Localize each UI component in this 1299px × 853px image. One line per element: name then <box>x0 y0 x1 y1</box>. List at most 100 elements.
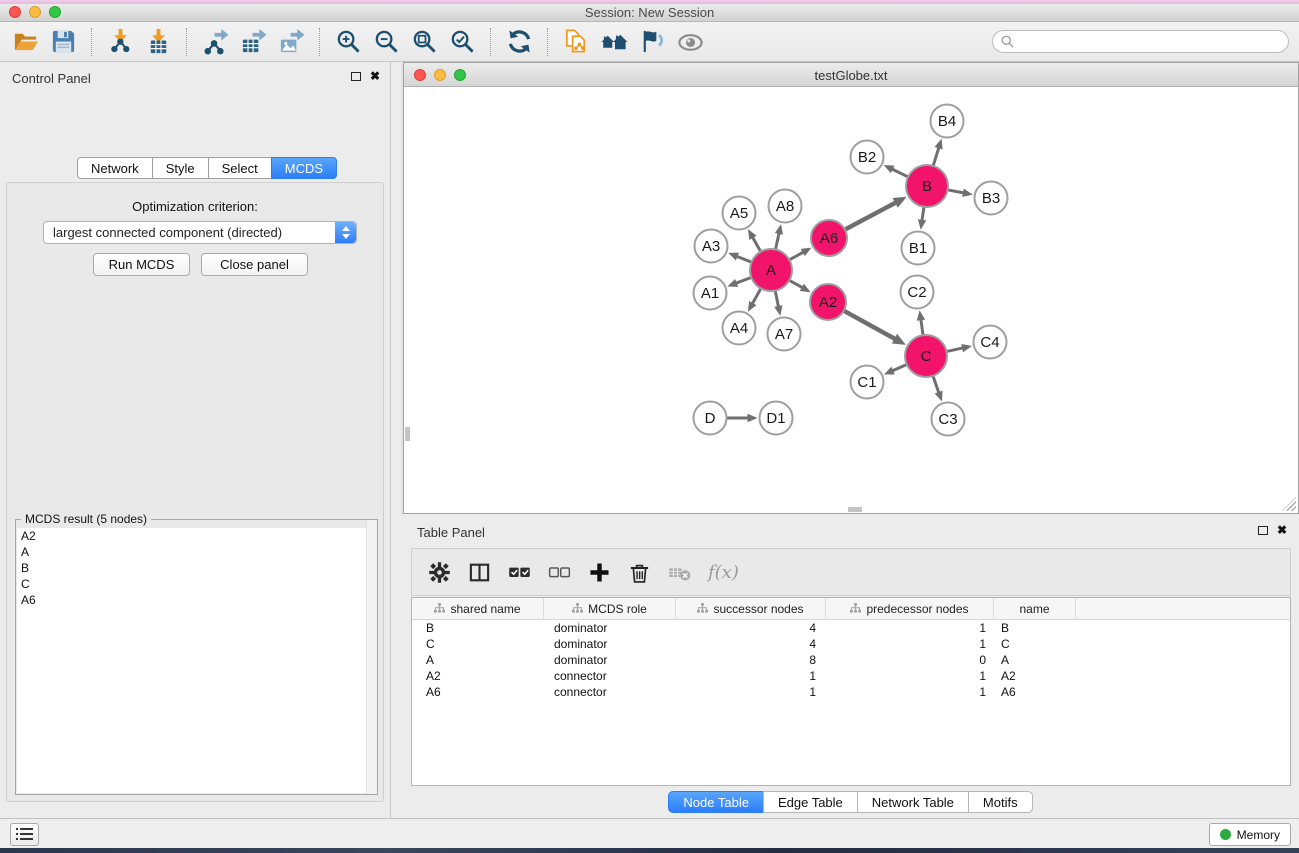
import-network-icon[interactable] <box>101 25 139 59</box>
table-cell[interactable]: dominator <box>544 652 676 668</box>
gear-icon[interactable] <box>428 561 451 584</box>
table-cell[interactable]: C <box>412 636 544 652</box>
column-header-mcds-role[interactable]: MCDS role <box>544 598 676 619</box>
horizontal-scroll-thumb[interactable] <box>848 507 862 512</box>
table-cell[interactable]: 1 <box>676 668 826 684</box>
table-cell[interactable]: 4 <box>676 620 826 636</box>
result-item[interactable]: B <box>17 560 376 576</box>
run-mcds-button[interactable]: Run MCDS <box>93 253 190 276</box>
save-icon[interactable] <box>44 25 82 59</box>
graph-node-C4[interactable]: C4 <box>974 326 1007 359</box>
column-header-shared-name[interactable]: shared name <box>412 598 544 619</box>
column-header-successor-nodes[interactable]: successor nodes <box>676 598 826 619</box>
graph-node-B3[interactable]: B3 <box>975 182 1008 215</box>
table-cell[interactable]: C <box>994 636 1076 652</box>
table-cell[interactable]: 8 <box>676 652 826 668</box>
graph-node-D[interactable]: D <box>694 402 727 435</box>
table-cell[interactable]: 1 <box>826 636 994 652</box>
select-all-icon[interactable] <box>508 561 531 584</box>
table-cell[interactable]: 1 <box>676 684 826 700</box>
table-cell[interactable]: 1 <box>826 620 994 636</box>
tab-network-table[interactable]: Network Table <box>857 791 969 813</box>
task-history-button[interactable] <box>10 823 39 846</box>
table-cell[interactable]: 4 <box>676 636 826 652</box>
table-row[interactable]: A2connector11A2 <box>412 668 1290 684</box>
result-item[interactable]: C <box>17 576 376 592</box>
close-panel-button[interactable]: Close panel <box>201 253 308 276</box>
table-cell[interactable]: B <box>994 620 1076 636</box>
zoom-selected-icon[interactable] <box>443 25 481 59</box>
graph-node-A[interactable]: A <box>750 249 792 291</box>
result-item[interactable]: A2 <box>17 528 376 544</box>
search-input[interactable] <box>992 30 1289 53</box>
home-icon[interactable] <box>595 25 633 59</box>
minimize-window-button[interactable] <box>29 6 41 18</box>
tab-style[interactable]: Style <box>152 157 209 179</box>
graph-node-B2[interactable]: B2 <box>851 141 884 174</box>
delete-table-icon[interactable] <box>668 561 691 584</box>
graph-node-B1[interactable]: B1 <box>902 232 935 265</box>
zoom-in-icon[interactable] <box>329 25 367 59</box>
table-cell[interactable]: A <box>994 652 1076 668</box>
float-panel-icon[interactable] <box>351 72 361 81</box>
table-cell[interactable]: A <box>412 652 544 668</box>
table-row[interactable]: A6connector11A6 <box>412 684 1290 700</box>
graph-node-B[interactable]: B <box>906 165 948 207</box>
table-cell[interactable]: A6 <box>412 684 544 700</box>
graph-node-A4[interactable]: A4 <box>723 312 756 345</box>
vertical-scroll-thumb[interactable] <box>405 427 410 441</box>
tab-motifs[interactable]: Motifs <box>968 791 1033 813</box>
show-hide-icon[interactable] <box>671 25 709 59</box>
table-cell[interactable]: 1 <box>826 684 994 700</box>
graph-node-A2[interactable]: A2 <box>810 284 846 320</box>
graph-node-A1[interactable]: A1 <box>694 277 727 310</box>
graph-node-C1[interactable]: C1 <box>851 366 884 399</box>
graph-node-A3[interactable]: A3 <box>695 230 728 263</box>
import-table-icon[interactable] <box>139 25 177 59</box>
table-cell[interactable]: connector <box>544 668 676 684</box>
graph-node-C2[interactable]: C2 <box>901 276 934 309</box>
close-window-button[interactable] <box>9 6 21 18</box>
refresh-icon[interactable] <box>500 25 538 59</box>
graph-node-A8[interactable]: A8 <box>769 190 802 223</box>
table-cell[interactable]: dominator <box>544 636 676 652</box>
add-icon[interactable] <box>588 561 611 584</box>
delete-icon[interactable] <box>628 561 651 584</box>
table-cell[interactable]: A2 <box>412 668 544 684</box>
function-icon[interactable]: f(x) <box>708 562 739 583</box>
result-item[interactable]: A6 <box>17 592 376 608</box>
tab-mcds[interactable]: MCDS <box>271 157 337 179</box>
table-cell[interactable]: 1 <box>826 668 994 684</box>
result-item[interactable]: A <box>17 544 376 560</box>
table-cell[interactable]: connector <box>544 684 676 700</box>
zoom-window-button[interactable] <box>49 6 61 18</box>
criterion-dropdown[interactable]: largest connected component (directed) <box>43 221 357 244</box>
export-network-icon[interactable] <box>196 25 234 59</box>
table-row[interactable]: Adominator80A <box>412 652 1290 668</box>
graph-node-C[interactable]: C <box>905 335 947 377</box>
zoom-out-icon[interactable] <box>367 25 405 59</box>
tab-node-table[interactable]: Node Table <box>668 791 764 813</box>
tab-network[interactable]: Network <box>77 157 153 179</box>
zoom-fit-icon[interactable] <box>405 25 443 59</box>
memory-button[interactable]: Memory <box>1209 823 1291 846</box>
graph-node-D1[interactable]: D1 <box>760 402 793 435</box>
table-row[interactable]: Bdominator41B <box>412 620 1290 636</box>
table-cell[interactable]: dominator <box>544 620 676 636</box>
network-canvas[interactable]: ABCA2A6A1A3A4A5A7A8B1B2B3B4C1C2C3C4DD1 <box>404 87 1298 513</box>
table-cell[interactable]: B <box>412 620 544 636</box>
close-panel-icon[interactable]: ✖ <box>370 71 380 81</box>
tab-select[interactable]: Select <box>208 157 272 179</box>
result-scrollbar[interactable] <box>366 520 377 794</box>
column-header-predecessor-nodes[interactable]: predecessor nodes <box>826 598 994 619</box>
graph-node-B4[interactable]: B4 <box>931 105 964 138</box>
graph-node-A7[interactable]: A7 <box>768 318 801 351</box>
graph-node-A5[interactable]: A5 <box>723 197 756 230</box>
table-cell[interactable]: 0 <box>826 652 994 668</box>
split-view-icon[interactable] <box>468 561 491 584</box>
table-cell[interactable]: A6 <box>994 684 1076 700</box>
new-network-icon[interactable] <box>557 25 595 59</box>
graph-node-A6[interactable]: A6 <box>811 220 847 256</box>
table-row[interactable]: Cdominator41C <box>412 636 1290 652</box>
tab-edge-table[interactable]: Edge Table <box>763 791 858 813</box>
